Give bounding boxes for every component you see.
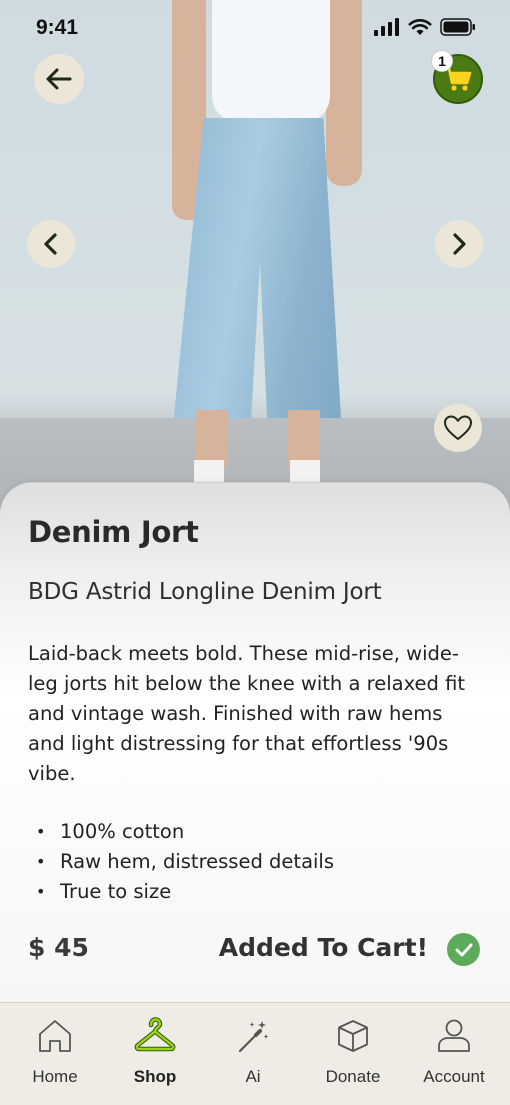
feature-list: • 100% cotton • Raw hem, distressed detail… bbox=[36, 817, 334, 907]
status-time: 9:41 bbox=[36, 16, 79, 39]
list-item: • True to size bbox=[36, 877, 334, 907]
right-sock bbox=[290, 460, 320, 482]
hanger-icon bbox=[134, 1017, 176, 1052]
cart-button[interactable]: 1 bbox=[431, 50, 483, 104]
nav-item-ai[interactable]: Ai bbox=[202, 1003, 304, 1105]
favorite-button[interactable] bbox=[434, 404, 482, 452]
nav-item-account[interactable]: Account bbox=[403, 1003, 505, 1105]
feature-text: 100% cotton bbox=[60, 820, 185, 843]
list-item: • 100% cotton bbox=[36, 817, 334, 847]
nav-label: Account bbox=[423, 1067, 485, 1086]
previous-image-button[interactable] bbox=[27, 220, 75, 268]
nav-label: Donate bbox=[325, 1067, 381, 1086]
nav-label: Home bbox=[32, 1067, 78, 1086]
feature-text: True to size bbox=[60, 880, 172, 903]
bottom-navigation: Home Shop Ai Donate Account bbox=[0, 1002, 510, 1105]
cart-count-badge: 1 bbox=[431, 50, 453, 72]
cart-status-text: Added To Cart! bbox=[218, 933, 428, 962]
chevron-right-icon bbox=[453, 233, 466, 255]
chevron-left-icon bbox=[44, 233, 57, 255]
tank-top bbox=[212, 0, 330, 122]
magic-wand-icon bbox=[238, 1021, 269, 1053]
status-icons bbox=[374, 18, 476, 36]
product-description: Laid-back meets bold. These mid-rise, wi… bbox=[28, 642, 466, 785]
wifi-icon bbox=[408, 19, 432, 35]
nav-item-home[interactable]: Home bbox=[4, 1003, 106, 1105]
product-price: $ 45 bbox=[28, 933, 89, 962]
battery-icon bbox=[440, 18, 475, 36]
product-info-card: Denim Jort BDG Astrid Longline Denim Jor… bbox=[0, 482, 510, 1002]
nav-label: Shop bbox=[133, 1067, 177, 1086]
left-sock bbox=[194, 460, 224, 482]
nav-item-shop[interactable]: Shop bbox=[104, 1003, 206, 1105]
arrow-left-icon bbox=[46, 68, 72, 90]
feature-text: Raw hem, distressed details bbox=[60, 850, 335, 873]
user-icon bbox=[438, 1019, 470, 1052]
product-title: Denim Jort bbox=[28, 515, 199, 549]
home-icon bbox=[39, 1020, 71, 1052]
nav-item-donate[interactable]: Donate bbox=[302, 1003, 404, 1105]
signal-icon bbox=[374, 18, 399, 36]
heart-icon bbox=[444, 415, 472, 440]
back-button[interactable] bbox=[34, 54, 84, 104]
nav-label: Ai bbox=[245, 1067, 261, 1086]
right-arm bbox=[326, 0, 362, 186]
box-icon bbox=[338, 1020, 368, 1052]
check-circle-icon bbox=[447, 933, 480, 966]
product-name: BDG Astrid Longline Denim Jort bbox=[28, 579, 382, 605]
list-item: • Raw hem, distressed details bbox=[36, 847, 334, 877]
next-image-button[interactable] bbox=[435, 220, 483, 268]
